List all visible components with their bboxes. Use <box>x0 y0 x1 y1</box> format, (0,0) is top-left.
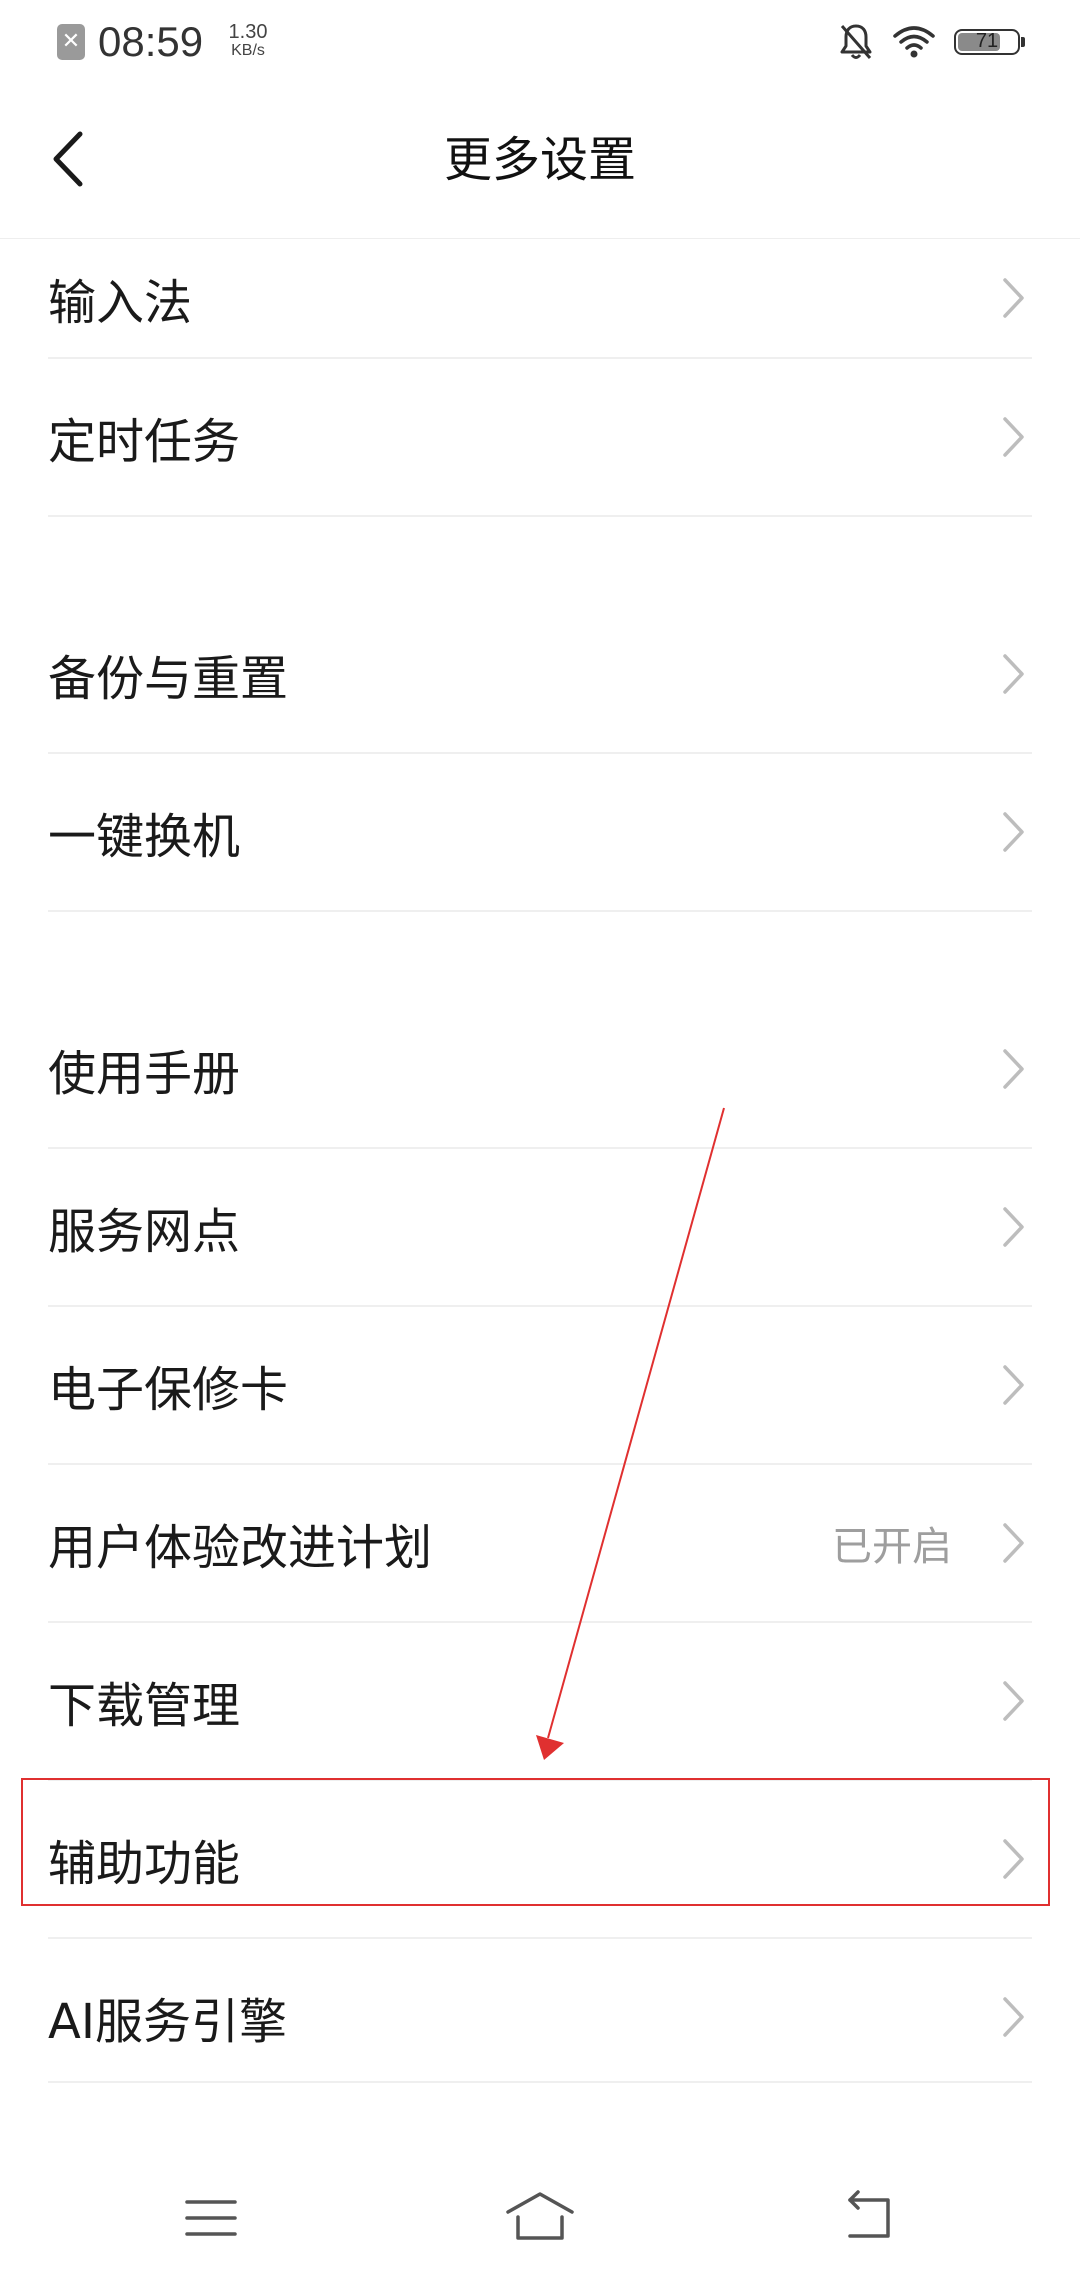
menu-icon <box>185 2200 237 2236</box>
battery-tip <box>1021 37 1025 47</box>
divider <box>48 910 1032 912</box>
back-icon <box>848 2190 890 2238</box>
chevron-right-icon <box>1003 812 1024 852</box>
battery-level: 71 <box>975 30 999 52</box>
chevron-right-icon <box>1003 1523 1024 1563</box>
list-item-label: AI服务引擎 <box>48 1994 287 2050</box>
list-item-user-manual[interactable]: 使用手册 <box>0 991 1080 1147</box>
list-item-scheduled-tasks[interactable]: 定时任务 <box>0 359 1080 515</box>
chevron-right-icon <box>1003 1997 1024 2037</box>
list-item-user-experience-program[interactable]: 用户体验改进计划 已开启 <box>0 1465 1080 1621</box>
chevron-right-icon <box>1003 1681 1024 1721</box>
status-time: 08:59 <box>98 18 204 65</box>
list-item-label: 用户体验改进计划 <box>48 1520 433 1576</box>
bell-off-icon <box>840 24 872 59</box>
status-icons: 71 <box>838 18 1025 66</box>
list-item-label: 输入法 <box>48 275 193 331</box>
network-speed-value: 1.30 <box>228 21 268 43</box>
list-item-label: 一键换机 <box>48 809 241 865</box>
header: 更多设置 <box>0 88 1080 239</box>
list-item-e-warranty-card[interactable]: 电子保修卡 <box>0 1307 1080 1463</box>
chevron-right-icon <box>1003 654 1024 694</box>
list-item-label: 服务网点 <box>48 1204 241 1260</box>
nav-home-button[interactable] <box>500 2190 580 2246</box>
home-icon <box>506 2192 574 2240</box>
nav-back-button[interactable] <box>828 2190 908 2246</box>
chevron-right-icon <box>1003 417 1024 457</box>
wifi-icon <box>893 26 935 58</box>
list-item-backup-reset[interactable]: 备份与重置 <box>0 596 1080 752</box>
chevron-right-icon <box>1003 1049 1024 1089</box>
list-item-label: 备份与重置 <box>48 651 289 707</box>
status-bar: ✕ 08:59 1.30 KB/s 71 <box>0 0 1080 88</box>
list-item-service-centers[interactable]: 服务网点 <box>0 1149 1080 1305</box>
divider <box>48 2081 1032 2083</box>
chevron-right-icon <box>1003 1207 1024 1247</box>
list-item-label: 电子保修卡 <box>48 1362 289 1418</box>
chevron-right-icon <box>1003 278 1024 318</box>
list-item-ai-service-engine[interactable]: AI服务引擎 <box>0 1939 1080 2095</box>
battery-icon: 71 <box>954 29 1025 55</box>
notification-app-icon: ✕ <box>57 24 85 60</box>
navigation-bar <box>0 2150 1080 2280</box>
divider <box>48 515 1032 517</box>
highlight-box <box>21 1778 1050 1906</box>
list-item-label: 使用手册 <box>48 1046 241 1102</box>
list-item-phone-clone[interactable]: 一键换机 <box>0 754 1080 910</box>
nav-menu-button[interactable] <box>171 2190 251 2246</box>
page-title: 更多设置 <box>443 132 636 188</box>
list-item-status-value: 已开启 <box>832 1524 952 1570</box>
network-speed: 1.30 KB/s <box>220 22 276 60</box>
list-item-label: 下载管理 <box>48 1678 241 1734</box>
list-item-label: 定时任务 <box>48 414 241 470</box>
chevron-right-icon <box>1003 1365 1024 1405</box>
list-item-download-manager[interactable]: 下载管理 <box>0 1623 1080 1779</box>
list-item-input-method[interactable]: 输入法 <box>0 239 1080 357</box>
network-speed-unit: KB/s <box>231 42 265 59</box>
